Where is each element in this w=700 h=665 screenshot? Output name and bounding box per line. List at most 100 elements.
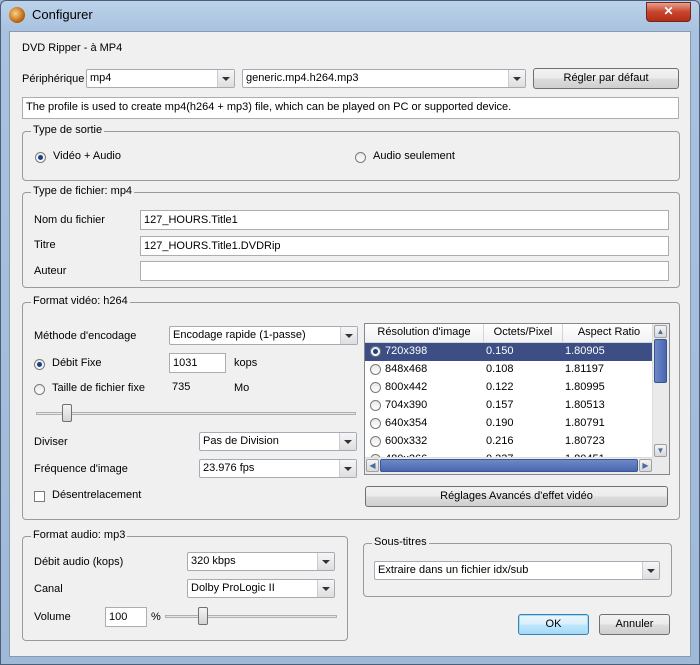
scroll-up-icon[interactable]: ▲ — [654, 325, 667, 338]
title-value: 127_HOURS.Title1.DVDRip — [144, 240, 281, 252]
volume-field[interactable]: 100 — [105, 607, 147, 627]
table-scroll-thumb[interactable] — [654, 339, 667, 383]
profile-description: The profile is used to create mp4(h264 +… — [22, 97, 679, 119]
fixed-filesize-unit: Mo — [234, 382, 250, 394]
row-radio[interactable] — [370, 418, 381, 429]
cell-bytes-per-pixel: 0.190 — [486, 417, 514, 429]
row-radio[interactable] — [370, 400, 381, 411]
table-row[interactable]: 800x442 0.122 1.80995 — [365, 379, 653, 397]
table-horizontal-scrollbar[interactable]: ◀ ▶ — [365, 457, 653, 474]
radio-fixed-bitrate[interactable] — [34, 359, 45, 370]
table-hscroll-thumb[interactable] — [380, 459, 638, 472]
cell-aspect-ratio: 1.80791 — [565, 417, 605, 429]
volume-value: 100 — [109, 611, 128, 623]
fixed-bitrate-field[interactable]: 1031 — [169, 353, 226, 373]
row-radio[interactable] — [370, 346, 381, 357]
window-title: Configurer — [32, 7, 93, 22]
radio-audio-only[interactable] — [355, 152, 366, 163]
volume-label: Volume — [34, 611, 71, 623]
table-row[interactable]: 600x332 0.216 1.80723 — [365, 433, 653, 451]
encoding-combo[interactable]: Encodage rapide (1-passe) — [169, 326, 358, 345]
table-row[interactable]: 640x354 0.190 1.80791 — [365, 415, 653, 433]
cell-aspect-ratio: 1.80905 — [565, 345, 605, 357]
cell-resolution: 600x332 — [385, 435, 428, 447]
volume-unit: % — [151, 611, 161, 623]
scroll-down-icon[interactable]: ▼ — [654, 444, 667, 457]
audio-only-label: Audio seulement — [373, 150, 455, 162]
table-row[interactable]: 720x398 0.150 1.80905 — [365, 343, 653, 361]
table-vertical-scrollbar[interactable]: ▲ ▼ — [652, 324, 669, 458]
framerate-combo[interactable]: 23.976 fps — [199, 459, 357, 478]
title-field[interactable]: 127_HOURS.Title1.DVDRip — [140, 236, 669, 256]
video-audio-label: Vidéo + Audio — [53, 150, 121, 162]
device-value: mp4 — [90, 72, 112, 84]
subtitles-group: Sous-titres Extraire dans un fichier idx… — [363, 536, 672, 597]
cell-aspect-ratio: 1.80995 — [565, 381, 605, 393]
quality-slider-track[interactable] — [36, 412, 356, 415]
filename-field[interactable]: 127_HOURS.Title1 — [140, 210, 669, 230]
filename-value: 127_HOURS.Title1 — [144, 214, 238, 226]
ok-button[interactable]: OK — [518, 614, 589, 635]
audio-bitrate-label: Débit audio (kops) — [34, 556, 124, 568]
quality-slider-thumb[interactable] — [61, 404, 72, 422]
output-type-title: Type de sortie — [31, 124, 105, 136]
chevron-down-icon — [508, 70, 525, 87]
chevron-down-icon — [339, 433, 356, 450]
row-radio[interactable] — [370, 436, 381, 447]
table-row[interactable]: 848x468 0.108 1.81197 — [365, 361, 653, 379]
cell-bytes-per-pixel: 0.122 — [486, 381, 514, 393]
advanced-video-effects-button[interactable]: Réglages Avancés d'effet vidéo — [365, 486, 668, 507]
subtitles-combo[interactable]: Extraire dans un fichier idx/sub — [374, 561, 660, 580]
cell-resolution: 800x442 — [385, 381, 428, 393]
channel-combo[interactable]: Dolby ProLogic II — [187, 579, 335, 598]
cell-bytes-per-pixel: 0.157 — [486, 399, 514, 411]
column-header-aspect-ratio[interactable]: Aspect Ratio — [563, 324, 655, 342]
file-type-group: Type de fichier: mp4 Nom du fichier 127_… — [22, 185, 680, 288]
close-button[interactable]: ✕ — [646, 2, 691, 22]
table-row[interactable]: 704x390 0.157 1.80513 — [365, 397, 653, 415]
chevron-down-icon — [317, 580, 334, 597]
cell-aspect-ratio: 1.80513 — [565, 399, 605, 411]
column-header-bytes-per-pixel[interactable]: Octets/Pixel — [484, 324, 563, 342]
device-label: Périphérique — [22, 73, 85, 85]
radio-fixed-filesize[interactable] — [34, 384, 45, 395]
split-label: Diviser — [34, 436, 68, 448]
author-label: Auteur — [34, 265, 67, 277]
fixed-bitrate-label: Débit Fixe — [52, 357, 102, 369]
framerate-label: Fréquence d'image — [34, 463, 128, 475]
author-field[interactable] — [140, 261, 669, 281]
app-icon — [9, 7, 25, 23]
fixed-filesize-field: 735 — [169, 378, 226, 398]
audio-bitrate-value: 320 kbps — [191, 555, 236, 567]
audio-format-group: Format audio: mp3 Débit audio (kops) 320… — [22, 529, 348, 641]
deinterlace-checkbox[interactable] — [34, 491, 45, 502]
fixed-filesize-label: Taille de fichier fixe — [52, 382, 145, 394]
volume-slider-track[interactable] — [165, 615, 337, 618]
video-format-title: Format vidéo: h264 — [31, 295, 130, 307]
subtitles-value: Extraire dans un fichier idx/sub — [378, 564, 529, 576]
column-header-resolution[interactable]: Résolution d'image — [365, 324, 484, 342]
radio-video-audio[interactable] — [35, 152, 46, 163]
audio-bitrate-combo[interactable]: 320 kbps — [187, 552, 335, 571]
dialog-subtitle: DVD Ripper - à MP4 — [22, 42, 123, 54]
chevron-down-icon — [642, 562, 659, 579]
encoding-value: Encodage rapide (1-passe) — [173, 329, 306, 341]
profile-value: generic.mp4.h264.mp3 — [246, 72, 359, 84]
title-bar[interactable]: Configurer ✕ — [1, 1, 699, 29]
cancel-button[interactable]: Annuler — [599, 614, 670, 635]
device-combo[interactable]: mp4 — [86, 69, 235, 88]
row-radio[interactable] — [370, 364, 381, 375]
output-type-group: Type de sortie Vidéo + Audio Audio seule… — [22, 124, 680, 181]
reset-default-button[interactable]: Régler par défaut — [533, 68, 679, 89]
configure-window: Configurer ✕ DVD Ripper - à MP4 Périphér… — [0, 0, 700, 665]
volume-slider-thumb[interactable] — [197, 607, 208, 625]
scroll-left-icon[interactable]: ◀ — [366, 459, 379, 472]
filename-label: Nom du fichier — [34, 214, 105, 226]
profile-description-text: The profile is used to create mp4(h264 +… — [26, 101, 512, 113]
fixed-bitrate-value: 1031 — [173, 357, 198, 369]
row-radio[interactable] — [370, 382, 381, 393]
split-combo[interactable]: Pas de Division — [199, 432, 357, 451]
profile-combo[interactable]: generic.mp4.h264.mp3 — [242, 69, 526, 88]
resolution-table[interactable]: Résolution d'image Octets/Pixel Aspect R… — [364, 323, 670, 475]
scroll-right-icon[interactable]: ▶ — [639, 459, 652, 472]
